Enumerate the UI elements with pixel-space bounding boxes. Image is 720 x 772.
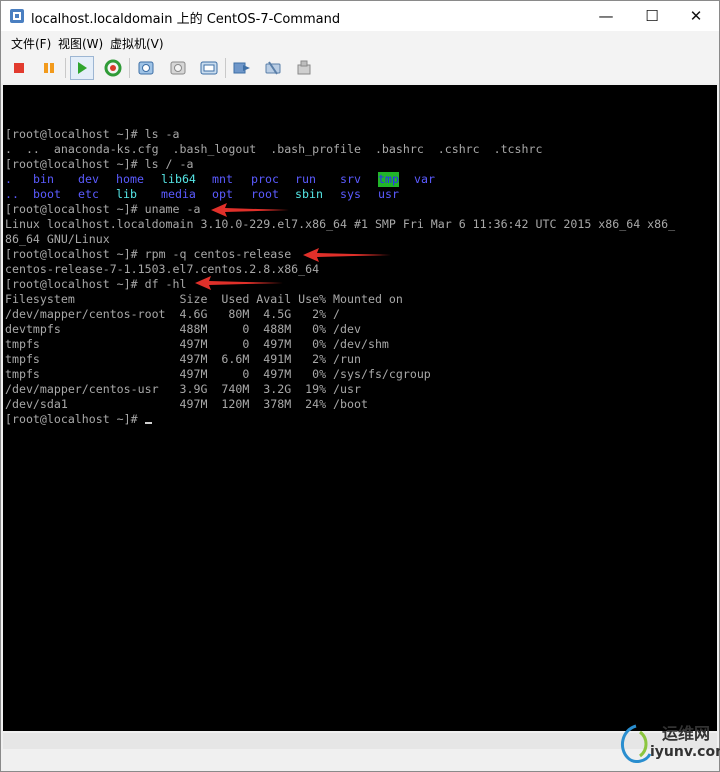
dir-entry: proc (251, 172, 279, 186)
dir-entry: etc (78, 187, 99, 201)
window-title: localhost.localdomain 上的 CentOS-7-Comman… (31, 12, 341, 27)
dir-entry: lib (116, 187, 137, 201)
terminal-line: 86_64 GNU/Linux (5, 232, 110, 246)
command: ls -a (137, 127, 180, 141)
manage-snapshots-button[interactable] (197, 56, 221, 80)
close-button[interactable]: ✕ (673, 1, 719, 31)
annotation-arrow-icon (303, 248, 391, 262)
prompt: [root@localhost ~]# (5, 247, 138, 261)
send-ctrl-alt-del-icon (233, 62, 250, 74)
dir-entry: .. (5, 187, 19, 201)
toolbar (1, 53, 719, 83)
watermark-text-en: iyunv.com (650, 744, 720, 760)
df-row: devtmpfs 488M 0 488M 0% /dev (5, 322, 361, 336)
df-row: /dev/mapper/centos-root 4.6G 80M 4.5G 2%… (5, 307, 341, 321)
dir-entry: . (5, 172, 12, 186)
watermark-text-cn: 运维网 (662, 724, 711, 743)
close-icon: ✕ (689, 7, 703, 25)
prompt: [root@localhost ~]# (5, 412, 145, 426)
terminal-line: [root@localhost ~]# ls -a (5, 127, 180, 142)
menu-file[interactable]: 文件(F) (11, 35, 51, 52)
menu-vm[interactable]: 虚拟机(V) (110, 35, 164, 52)
send-ctrl-alt-del-button[interactable] (230, 56, 254, 80)
minimize-button[interactable]: — (583, 1, 629, 31)
toolbar-divider (129, 58, 130, 78)
dir-entry: bin (33, 172, 54, 186)
text-cursor (144, 422, 152, 424)
stop-icon (14, 63, 24, 73)
terminal-line: Linux localhost.localdomain 3.10.0-229.e… (5, 217, 676, 231)
plugin-button[interactable] (292, 56, 316, 80)
plugin-icon (297, 60, 311, 75)
title-bar[interactable]: localhost.localdomain 上的 CentOS-7-Comman… (1, 1, 719, 31)
reset-button[interactable] (101, 56, 125, 80)
minimize-icon: — (598, 7, 614, 25)
annotation-arrow-icon (211, 203, 289, 217)
revert-snapshot-button[interactable] (166, 56, 190, 80)
prompt: [root@localhost ~]# (5, 277, 138, 291)
maximize-icon: ☐ (645, 7, 659, 25)
terminal-line: . .. anaconda-ks.cfg .bash_logout .bash_… (5, 142, 543, 156)
prompt: [root@localhost ~]# (5, 202, 138, 216)
manage-snapshots-icon (200, 61, 218, 75)
toolbar-divider (225, 58, 226, 78)
settings-icon (265, 61, 281, 75)
df-row: tmpfs 497M 0 497M 0% /sys/fs/cgroup (5, 367, 431, 381)
dir-entry: media (161, 187, 196, 201)
dir-entry-highlighted: tmp (378, 172, 399, 187)
terminal-line: [root@localhost ~]# rpm -q centos-releas… (5, 247, 291, 262)
terminal-line: [root@localhost ~]# (5, 412, 152, 427)
df-row: /dev/mapper/centos-usr 3.9G 740M 3.2G 19… (5, 382, 361, 396)
maximize-button[interactable]: ☐ (629, 1, 675, 31)
prompt: [root@localhost ~]# (5, 127, 138, 141)
annotation-arrow-icon (195, 276, 283, 290)
vm-console[interactable]: [root@localhost ~]# ls -a . .. anaconda-… (3, 85, 717, 731)
ls-root-row: .. boot etc lib media opt root sbin sys … (5, 187, 465, 202)
pause-button[interactable] (37, 56, 61, 80)
vmware-app-icon (10, 9, 24, 23)
df-row: /dev/sda1 497M 120M 378M 24% /boot (5, 397, 368, 411)
dir-entry: run (295, 172, 316, 186)
dir-entry: boot (33, 187, 61, 201)
settings-button[interactable] (261, 56, 285, 80)
dir-entry: root (251, 187, 279, 201)
dir-entry: usr (378, 187, 399, 201)
terminal-line: [root@localhost ~]# uname -a (5, 202, 200, 217)
vm-console-window: localhost.localdomain 上的 CentOS-7-Comman… (0, 0, 720, 772)
ls-root-row: . bin dev home lib64 mnt proc run srv tm… (5, 172, 465, 187)
stop-button[interactable] (7, 56, 31, 80)
snapshot-button[interactable] (134, 56, 158, 80)
dir-entry: srv (340, 172, 361, 186)
snapshot-icon (138, 61, 154, 75)
dir-entry: opt (212, 187, 233, 201)
pause-icon (44, 63, 54, 73)
terminal-line: [root@localhost ~]# ls / -a (5, 157, 193, 172)
toolbar-divider (65, 58, 66, 78)
df-header: Filesystem Size Used Avail Use% Mounted … (5, 292, 403, 306)
dir-entry: mnt (212, 172, 233, 186)
menu-bar: 文件(F) 视图(W) 虚拟机(V) (1, 31, 719, 53)
dir-entry: sbin (295, 187, 323, 201)
dir-entry: home (116, 172, 144, 186)
dir-entry: sys (340, 187, 361, 201)
dir-entry: dev (78, 172, 99, 186)
watermark-logo: 运维网 iyunv.com (610, 716, 720, 770)
command: ls / -a (137, 157, 194, 171)
revert-snapshot-icon (170, 61, 186, 75)
menu-view[interactable]: 视图(W) (58, 35, 103, 52)
command: uname -a (137, 202, 201, 216)
play-icon (78, 62, 87, 74)
df-row: tmpfs 497M 6.6M 491M 2% /run (5, 352, 361, 366)
play-button[interactable] (70, 56, 94, 80)
df-row: tmpfs 497M 0 497M 0% /dev/shm (5, 337, 389, 351)
command: df -hl (137, 277, 187, 291)
command: rpm -q centos-release (137, 247, 292, 261)
reset-icon (104, 59, 122, 77)
prompt: [root@localhost ~]# (5, 157, 138, 171)
terminal-line: [root@localhost ~]# df -hl (5, 277, 187, 292)
dir-entry: lib64 (161, 172, 196, 186)
dir-entry: var (414, 172, 435, 186)
